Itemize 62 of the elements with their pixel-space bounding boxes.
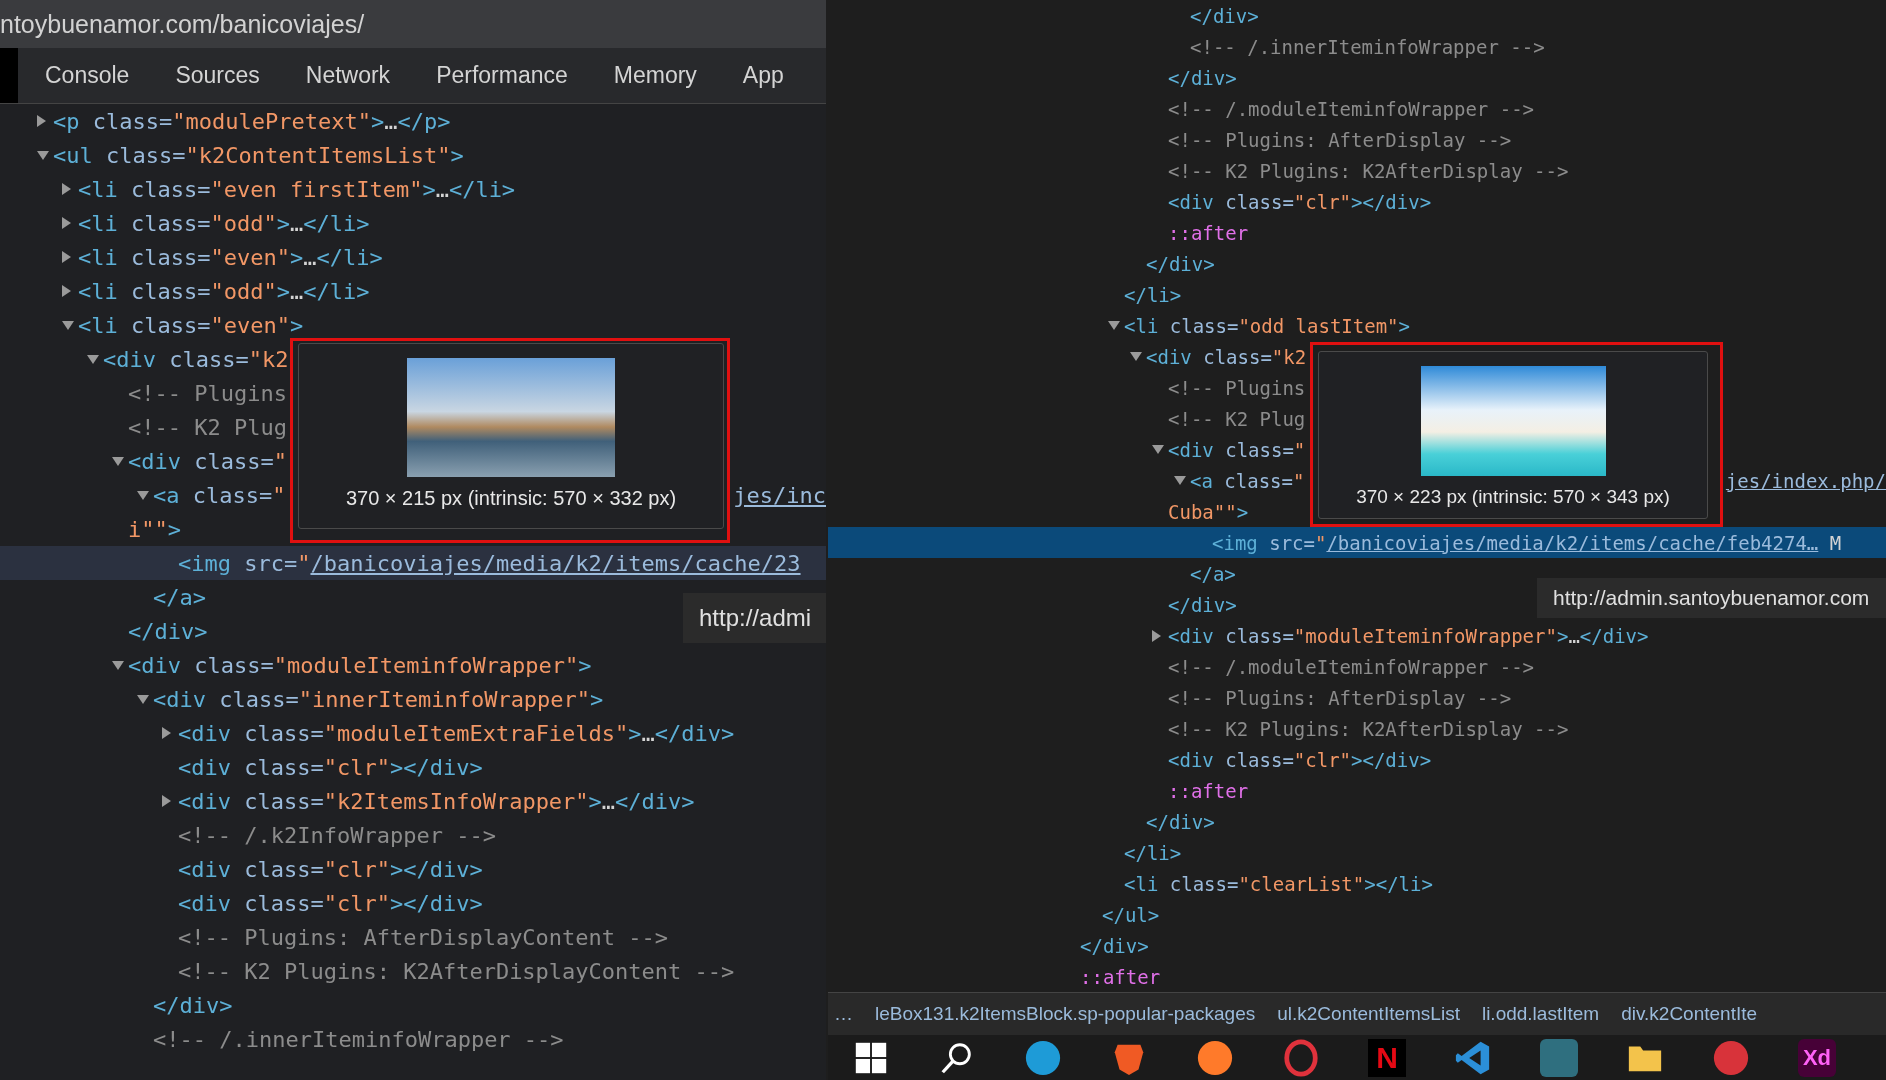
code-line: </li> bbox=[1124, 841, 1182, 864]
code-line: <!-- K2 Plug bbox=[1168, 407, 1306, 430]
code-line: <li class="odd lastItem"> bbox=[1124, 314, 1410, 337]
code-line: <div class="innerIteminfoWrapper"> bbox=[153, 686, 604, 712]
code-line: <!-- Plugins: AfterDisplayContent --> bbox=[178, 924, 669, 950]
code-line: <div class="clr"></div> bbox=[1168, 190, 1432, 213]
code-line: ::after bbox=[1080, 965, 1161, 988]
code-line: </div> bbox=[1190, 4, 1259, 27]
code-line: <!-- /.k2InfoWrapper --> bbox=[178, 822, 496, 848]
code-line: <!-- Plugins: AfterDisplay --> bbox=[1168, 128, 1512, 151]
code-line: <li class="odd">…</li> bbox=[78, 278, 370, 304]
code-line: <a class=" bbox=[1190, 469, 1305, 492]
code-line: <div class="clr"></div> bbox=[178, 754, 483, 780]
code-line: <!-- Plugins: AfterDisplay --> bbox=[1168, 686, 1512, 709]
code-line: <div class="k2 bbox=[103, 346, 289, 372]
code-line: <!-- K2 Plugins: K2AfterDisplay --> bbox=[1168, 159, 1569, 182]
code-line: <div class=" bbox=[1168, 438, 1306, 461]
code-line: <div class="k2 bbox=[1146, 345, 1307, 368]
code-line: <!-- K2 Plugins: K2AfterDisplayContent --> bbox=[178, 958, 735, 984]
image-size-text: 370 × 223 px (intrinsic: 570 × 343 px) bbox=[1356, 486, 1670, 508]
code-line: <img src="/banicoviajes/media/k2/items/cache/23 bbox=[178, 550, 801, 576]
code-line: <li class="even">…</li> bbox=[78, 244, 383, 270]
code-line: </li> bbox=[1124, 283, 1182, 306]
code-line: <li class="even"> bbox=[78, 312, 304, 338]
code-line: <div class="k2ItemsInfoWrapper">…</div> bbox=[178, 788, 695, 814]
code-line: </div> bbox=[1146, 252, 1215, 275]
code-line: <li class="clearList"></li> bbox=[1124, 872, 1433, 895]
code-line: </div> bbox=[1080, 934, 1149, 957]
image-size-text: 370 × 215 px (intrinsic: 570 × 332 px) bbox=[345, 487, 677, 510]
code-line: </div> bbox=[1168, 66, 1237, 89]
code-line: <!-- /.innerIteminfoWrapper --> bbox=[1190, 35, 1545, 58]
code-line: Cuba""> bbox=[1168, 500, 1249, 523]
code-line: <div class="clr"></div> bbox=[1168, 748, 1432, 771]
code-line: <div class="moduleIteminfoWrapper"> bbox=[128, 652, 592, 678]
code-line: <div class=" bbox=[128, 448, 287, 474]
code-line: </a> bbox=[1190, 562, 1236, 585]
code-line: </div> bbox=[153, 992, 233, 1018]
code-line: <div class="moduleIteminfoWrapper">…</div> bbox=[1168, 624, 1649, 647]
code-line: <ul class="k2ContentItemsList"> bbox=[53, 142, 464, 168]
code-line: i""> bbox=[128, 516, 181, 542]
link-tooltip: http://admin.santoybuenamor.com bbox=[1537, 578, 1886, 618]
code-line: <!-- Plugins bbox=[1168, 376, 1306, 399]
code-line: <p class="modulePretext">…</p> bbox=[53, 108, 451, 134]
code-line: <!-- K2 Plug bbox=[128, 414, 287, 440]
code-line: </ul> bbox=[1102, 903, 1160, 926]
code-line: </div> bbox=[1146, 810, 1215, 833]
code-line: <!-- /.innerIteminfoWrapper --> bbox=[153, 1026, 564, 1052]
code-line: ::after bbox=[1168, 221, 1249, 244]
code-line: <div class="moduleItemExtraFields">…</div> bbox=[178, 720, 735, 746]
code-line: <div class="clr"></div> bbox=[178, 856, 483, 882]
code-line: ::after bbox=[1168, 779, 1249, 802]
code-line: <li class="odd">…</li> bbox=[78, 210, 370, 236]
code-line: <a class=" bbox=[153, 482, 286, 508]
link-tooltip: http://admi bbox=[683, 593, 826, 643]
code-line: <div class="clr"></div> bbox=[178, 890, 483, 916]
code-line: </a> bbox=[153, 584, 206, 610]
code-line: <!-- /.moduleIteminfoWrapper --> bbox=[1168, 655, 1535, 678]
code-line: <!-- Plugins bbox=[128, 380, 287, 406]
code-line: <img src="/banicoviajes/media/k2/items/cache/feb4274… M bbox=[1212, 531, 1842, 554]
code-line: <!-- /.moduleIteminfoWrapper --> bbox=[1168, 97, 1535, 120]
code-line: <!-- K2 Plugins: K2AfterDisplay --> bbox=[1168, 717, 1569, 740]
code-line: <li class="even firstItem">…</li> bbox=[78, 176, 516, 202]
